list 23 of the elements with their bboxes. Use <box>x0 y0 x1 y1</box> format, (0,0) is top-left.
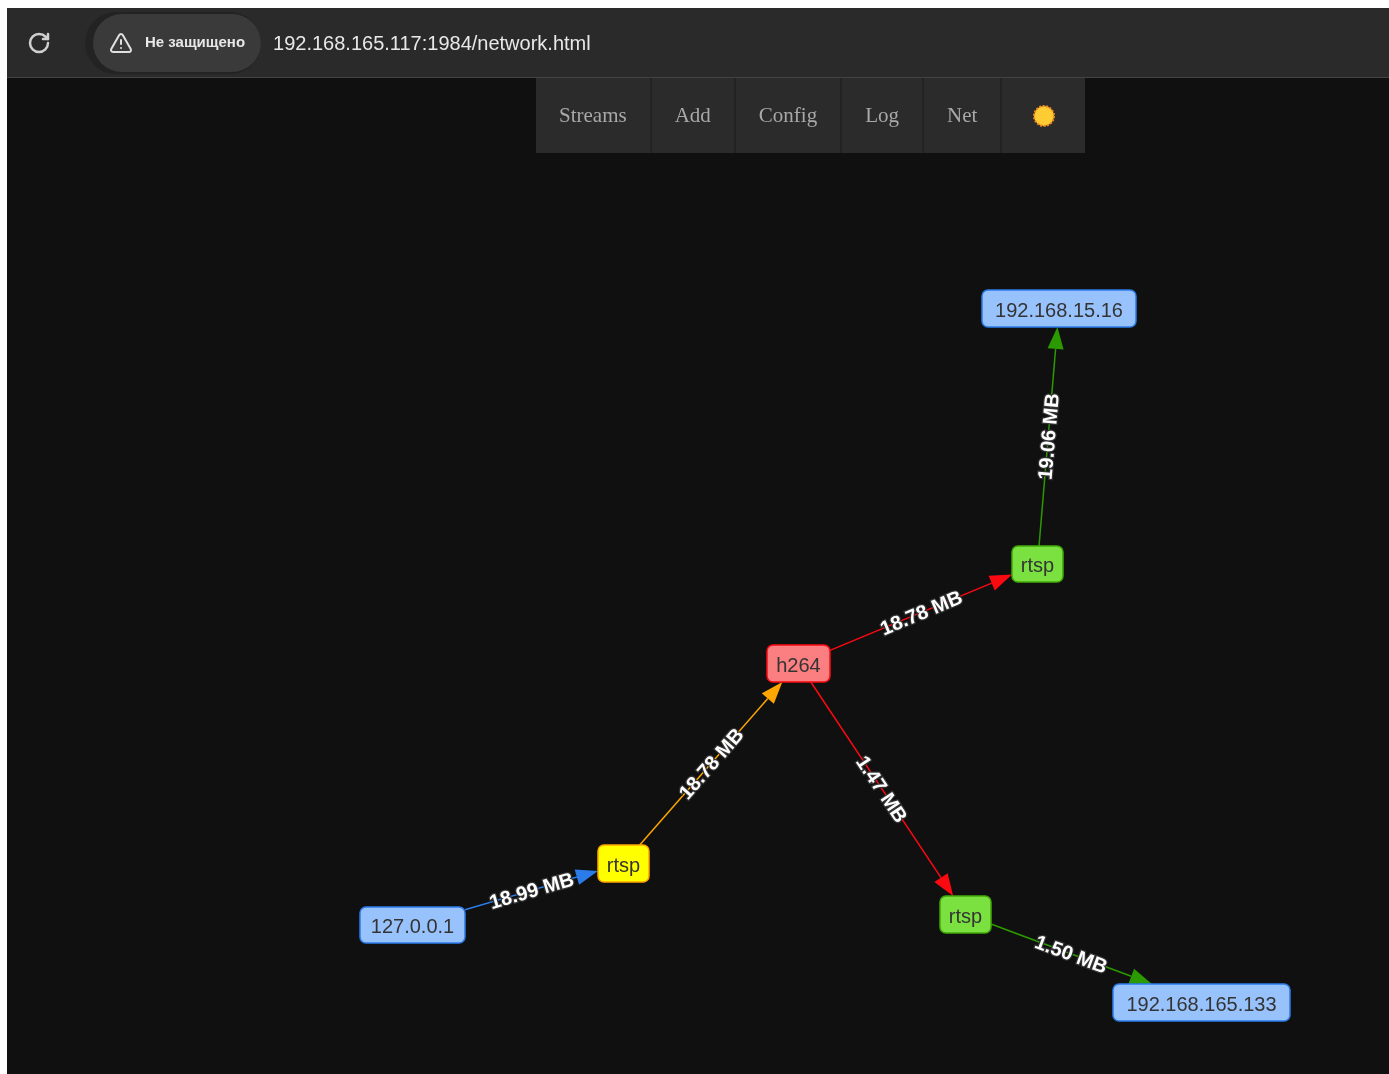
nav-tab[interactable]: Net <box>924 78 1001 153</box>
sun-icon <box>1031 103 1056 128</box>
edge-label: 19.06 MB <box>1033 392 1063 481</box>
url-text[interactable]: 192.168.165.117:1984/network.html <box>273 27 591 58</box>
edge-label: 1.50 MB <box>1032 930 1111 978</box>
graph-node: 127.0.0.1 <box>359 906 466 944</box>
nav-tab[interactable]: Log <box>842 78 922 153</box>
edge-label: 18.78 MB <box>876 585 966 640</box>
graph-node: rtsp <box>1011 545 1064 583</box>
warning-icon <box>109 30 133 55</box>
graph-node: rtsp <box>597 844 650 883</box>
security-chip[interactable]: Не защищено <box>93 13 262 72</box>
edge-label: 18.99 MB <box>486 867 577 913</box>
graph-node: h264 <box>766 644 831 683</box>
graph-node: rtsp <box>939 895 992 934</box>
nav-tab[interactable]: Streams <box>536 78 650 153</box>
nav-tab[interactable]: Config <box>735 78 841 153</box>
theme-toggle-button[interactable] <box>1002 78 1086 153</box>
edge-label: 1.47 MB <box>851 751 913 827</box>
reload-icon[interactable] <box>27 30 51 55</box>
nav-tab[interactable]: Add <box>651 78 734 153</box>
graph-node: 192.168.15.16 <box>981 289 1137 328</box>
graph-node: 192.168.165.133 <box>1112 983 1291 1022</box>
